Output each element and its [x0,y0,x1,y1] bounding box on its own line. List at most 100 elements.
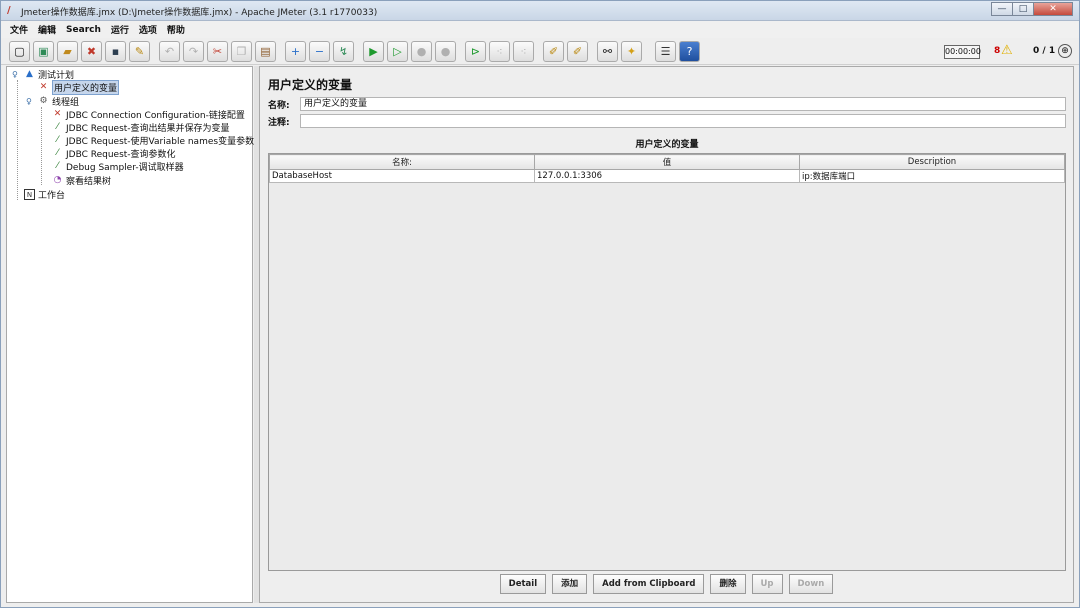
tree-item-label: JDBC Request-使用Variable names变量参数 [66,137,255,147]
remote-stop-icon[interactable]: ⁖ [489,41,510,62]
test-plan-icon: ▲ [26,69,33,79]
down-button[interactable]: Down [788,574,834,594]
table-title: 用户定义的变量 [635,140,699,150]
page-title: 用户定义的变量 [268,78,353,92]
tree-item-user-vars[interactable]: ✕ 用户定义的变量 [38,80,120,95]
table-row[interactable]: DatabaseHost 127.0.0.1:3306 ip:数据库端口 [269,169,1065,183]
tree-item-label: 工作台 [38,191,66,201]
tree-guide [17,80,18,200]
name-input[interactable]: 用户定义的变量 [300,97,1066,111]
menu-run[interactable]: 运行 [106,23,134,36]
jmeter-window: / Jmeter操作数据库.jmx (D:\Jmeter操作数据库.jmx) -… [0,0,1080,608]
tree-item-label: 察看结果树 [66,177,112,187]
variables-table: 名称: 值 Description DatabaseHost 127.0.0.1… [268,153,1066,571]
close-button[interactable]: ✕ [1033,2,1073,16]
templates-icon[interactable]: ▣ [33,41,54,62]
cell-description[interactable]: ip:数据库端口 [799,169,1065,183]
test-plan-tree: ♀ ▲ 测试计划 ✕ 用户定义的变量 ♀ ⚙ 线程组 ✕ JDBC Connec… [6,66,254,603]
tree-item-jdbc-config[interactable]: ✕ JDBC Connection Configuration-链接配置 [52,108,245,121]
paste-icon[interactable]: ▤ [255,41,276,62]
tree-item-result-tree[interactable]: ◔ 察看结果树 [52,174,111,187]
tree-item-label: 线程组 [52,98,80,108]
reset-search-icon[interactable]: ✦ [621,41,642,62]
comment-row: 注释: [268,114,1066,128]
column-header-description[interactable]: Description [799,154,1065,170]
name-label: 名称: [268,100,290,111]
name-row: 名称: 用户定义的变量 [268,97,1066,111]
column-header-value[interactable]: 值 [534,154,800,170]
elapsed-timer: 00:00:00 [944,45,981,59]
tree-item-jdbc-request[interactable]: ⁄ JDBC Request-使用Variable names变量参数 [52,134,254,147]
comment-input[interactable] [300,114,1066,128]
detail-button[interactable]: Detail [499,574,547,594]
table-header-row: 名称: 值 Description [269,154,1065,170]
start-icon[interactable]: ▶ [363,41,384,62]
cell-value[interactable]: 127.0.0.1:3306 [534,169,800,183]
remote-status-icon[interactable]: ⊕ [1058,44,1072,58]
column-header-name[interactable]: 名称: [269,154,535,170]
error-count[interactable]: 8 [994,46,1000,56]
maximize-button[interactable]: □ [1012,2,1034,16]
menu-options[interactable]: 选项 [134,23,162,36]
sampler-pipette-icon: ⁄ [56,148,59,158]
toggle-icon[interactable]: ↯ [333,41,354,62]
expand-toggle-icon[interactable]: ♀ [12,70,18,79]
window-controls: — □ ✕ [991,2,1073,17]
up-button[interactable]: Up [751,574,783,594]
undo-icon[interactable]: ↶ [159,41,180,62]
thread-group-icon: ⚙ [39,96,48,106]
tree-item-label: JDBC Request-查询参数化 [66,150,176,160]
copy-icon[interactable]: ❐ [231,41,252,62]
clear-all-icon[interactable]: ✐ [567,41,588,62]
tree-item-label: JDBC Connection Configuration-链接配置 [66,111,245,121]
active-threads: 0 / 1 [1033,46,1056,56]
tree-item-workbench[interactable]: N 工作台 [24,188,65,201]
expand-all-icon[interactable]: + [285,41,306,62]
add-button[interactable]: 添加 [552,574,588,594]
menu-search[interactable]: Search [61,25,106,35]
cut-icon[interactable]: ✂ [207,41,228,62]
tree-item-debug-sampler[interactable]: ⁄ Debug Sampler-调试取样器 [52,160,184,173]
remote-start-icon[interactable]: ⊳ [465,41,486,62]
config-element-icon: ✕ [53,109,62,119]
menu-help[interactable]: 帮助 [162,23,190,36]
toolbar: ▢ ▣ ▰ ✖ ▪ ✎ ↶ ↷ ✂ ❐ ▤ + − ↯ ▶ ▷ ● ● ⊳ ⁖ … [1,38,1079,65]
save-as-icon[interactable]: ✎ [129,41,150,62]
close-file-icon[interactable]: ✖ [81,41,102,62]
remote-shutdown-icon[interactable]: ⁖ [513,41,534,62]
add-from-clipboard-button[interactable]: Add from Clipboard [593,574,705,594]
sampler-pipette-icon: ⁄ [56,122,59,132]
redo-icon[interactable]: ↷ [183,41,204,62]
save-icon[interactable]: ▪ [105,41,126,62]
open-icon[interactable]: ▰ [57,41,78,62]
new-icon[interactable]: ▢ [9,41,30,62]
tree-item-label: 用户定义的变量 [52,80,120,95]
minimize-button[interactable]: — [991,2,1013,16]
tree-guide [41,107,42,185]
comment-label: 注释: [268,117,290,128]
stop-icon[interactable]: ● [411,41,432,62]
user-defined-variables-panel: 用户定义的变量 名称: 用户定义的变量 注释: 用户定义的变量 名称: 值 De… [259,66,1074,603]
title-bar: / Jmeter操作数据库.jmx (D:\Jmeter操作数据库.jmx) -… [1,1,1079,21]
search-icon[interactable]: ⚯ [597,41,618,62]
shutdown-icon[interactable]: ● [435,41,456,62]
workbench-icon: N [24,189,35,200]
menu-file[interactable]: 文件 [5,23,33,36]
collapse-all-icon[interactable]: − [309,41,330,62]
tree-item-jdbc-request[interactable]: ⁄ JDBC Request-查询出结果并保存为变量 [52,121,230,134]
menu-edit[interactable]: 编辑 [33,23,61,36]
start-no-pauses-icon[interactable]: ▷ [387,41,408,62]
sampler-pipette-icon: ⁄ [56,135,59,145]
warning-icon[interactable]: ⚠ [1001,43,1013,58]
table-button-bar: Detail 添加 Add from Clipboard 删除 Up Down [260,574,1073,596]
tree-item-thread-group[interactable]: ⚙ 线程组 [38,95,79,108]
help-icon[interactable]: ? [679,41,700,62]
expand-toggle-icon[interactable]: ♀ [26,97,32,106]
clear-icon[interactable]: ✐ [543,41,564,62]
tree-item-jdbc-request[interactable]: ⁄ JDBC Request-查询参数化 [52,147,176,160]
sampler-pipette-icon: ⁄ [56,161,59,171]
tree-item-label: Debug Sampler-调试取样器 [66,163,184,173]
cell-name[interactable]: DatabaseHost [269,169,535,183]
delete-button[interactable]: 删除 [710,574,746,594]
function-helper-icon[interactable]: ☰ [655,41,676,62]
